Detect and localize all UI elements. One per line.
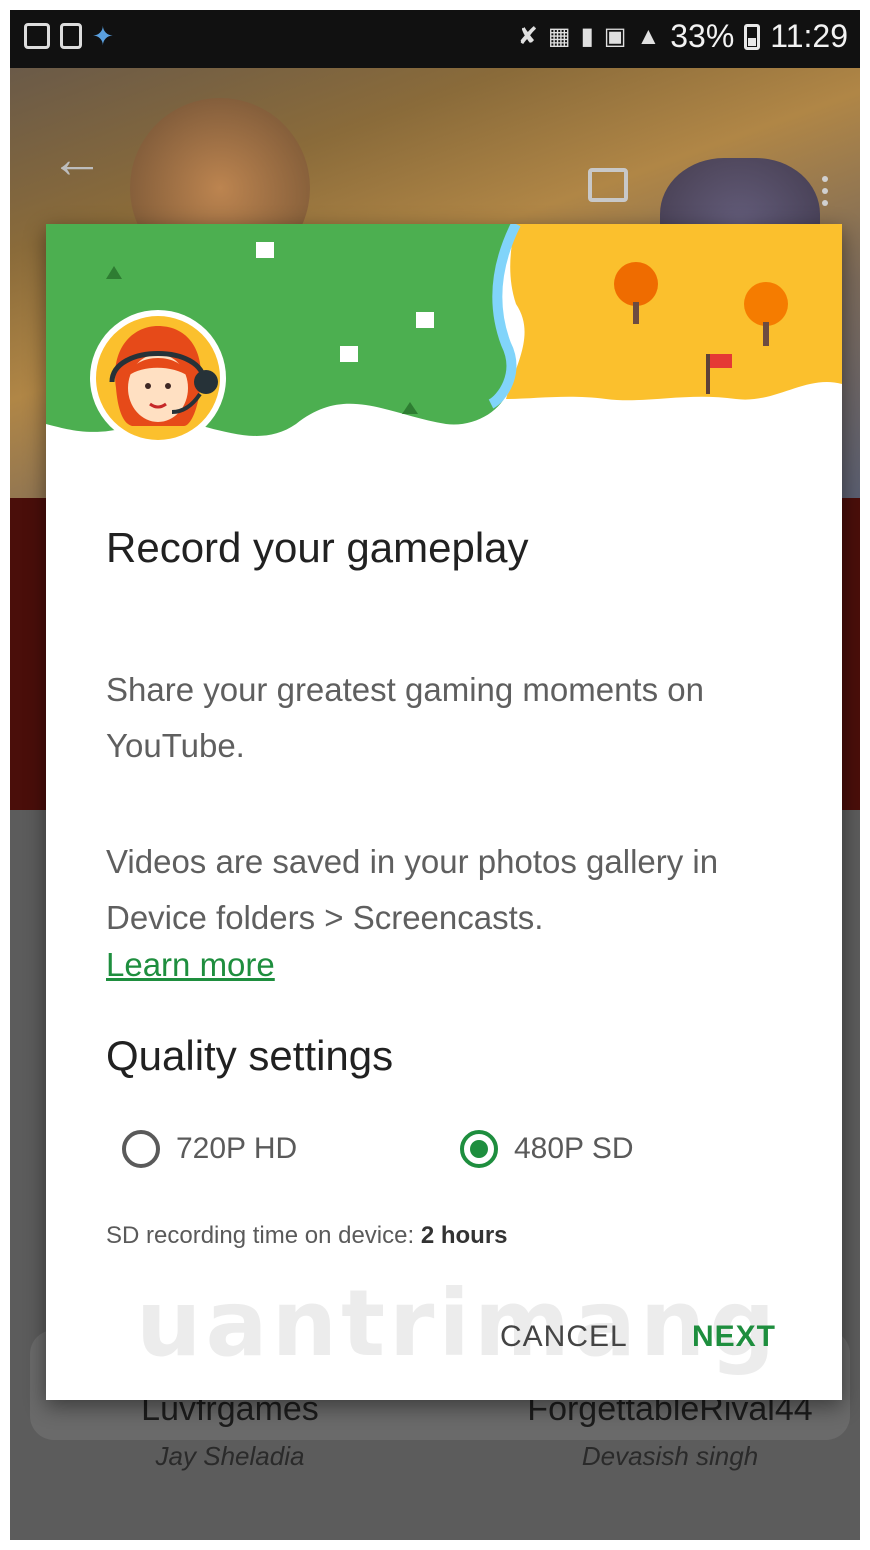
more-vert-icon[interactable] [822, 176, 828, 212]
gallery-icon [24, 23, 50, 49]
lte-icon: ▣ [603, 23, 627, 50]
cast-icon[interactable] [588, 168, 628, 202]
player-left[interactable]: Luvfrgames Jay Sheladia [80, 1390, 380, 1472]
signal-icon: ▲ [636, 22, 661, 50]
radio-checked-icon[interactable] [460, 1130, 498, 1168]
clock: 11:29 [770, 18, 848, 54]
radio-unchecked-icon[interactable] [122, 1130, 160, 1168]
sim-icon: ▮ [580, 23, 594, 50]
sd-time-label: SD recording time on device: [106, 1222, 415, 1249]
dialog-body-saved: Videos are saved in your photos gallery … [106, 843, 719, 936]
learn-more-link[interactable]: Learn more [106, 946, 275, 984]
bird-icon: ✦ [92, 21, 114, 51]
radio-480p-sd[interactable]: 480P SD [460, 1130, 634, 1168]
back-arrow-icon[interactable]: ← [50, 128, 104, 190]
dialog-title: Record your gameplay [106, 524, 529, 571]
status-bar: ✦ ✘ ▦ ▮ ▣ ▲ 33% 11:29 [10, 10, 860, 68]
mute-icon: ✘ [517, 23, 538, 50]
status-left-icons: ✦ [24, 23, 114, 49]
radio-label: 480P SD [514, 1132, 634, 1165]
sd-time-value: 2 hours [420, 1222, 508, 1249]
sd-recording-time: SD recording time on device: 2 hours [106, 1222, 508, 1250]
cancel-button[interactable]: CANCEL [500, 1320, 628, 1354]
battery-icon [744, 23, 761, 50]
quality-settings-title: Quality settings [106, 1032, 394, 1079]
avatar [90, 310, 226, 446]
screenshot-icon [60, 23, 82, 49]
watermark: uantrimang [136, 1270, 780, 1377]
dialog-body-share: Share your greatest gaming moments on Yo… [106, 671, 704, 764]
player-owner: Jay Sheladia [155, 1441, 305, 1471]
screen: ✦ ✘ ▦ ▮ ▣ ▲ 33% 11:29 ← Luvfrgames Jay S… [10, 10, 860, 1540]
radio-720p-hd[interactable]: 720P HD [122, 1130, 297, 1168]
player-right[interactable]: ForgettableRival44 Devasish singh [500, 1390, 840, 1472]
volte-icon: ▦ [547, 23, 571, 50]
record-gameplay-dialog: Record your gameplay Share your greatest… [46, 224, 842, 1400]
radio-label: 720P HD [176, 1132, 298, 1165]
battery-percent: 33% [670, 18, 735, 54]
status-right: ✘ ▦ ▮ ▣ ▲ 33% 11:29 [518, 18, 848, 55]
next-button[interactable]: NEXT [692, 1320, 776, 1354]
player-owner: Devasish singh [581, 1441, 759, 1471]
